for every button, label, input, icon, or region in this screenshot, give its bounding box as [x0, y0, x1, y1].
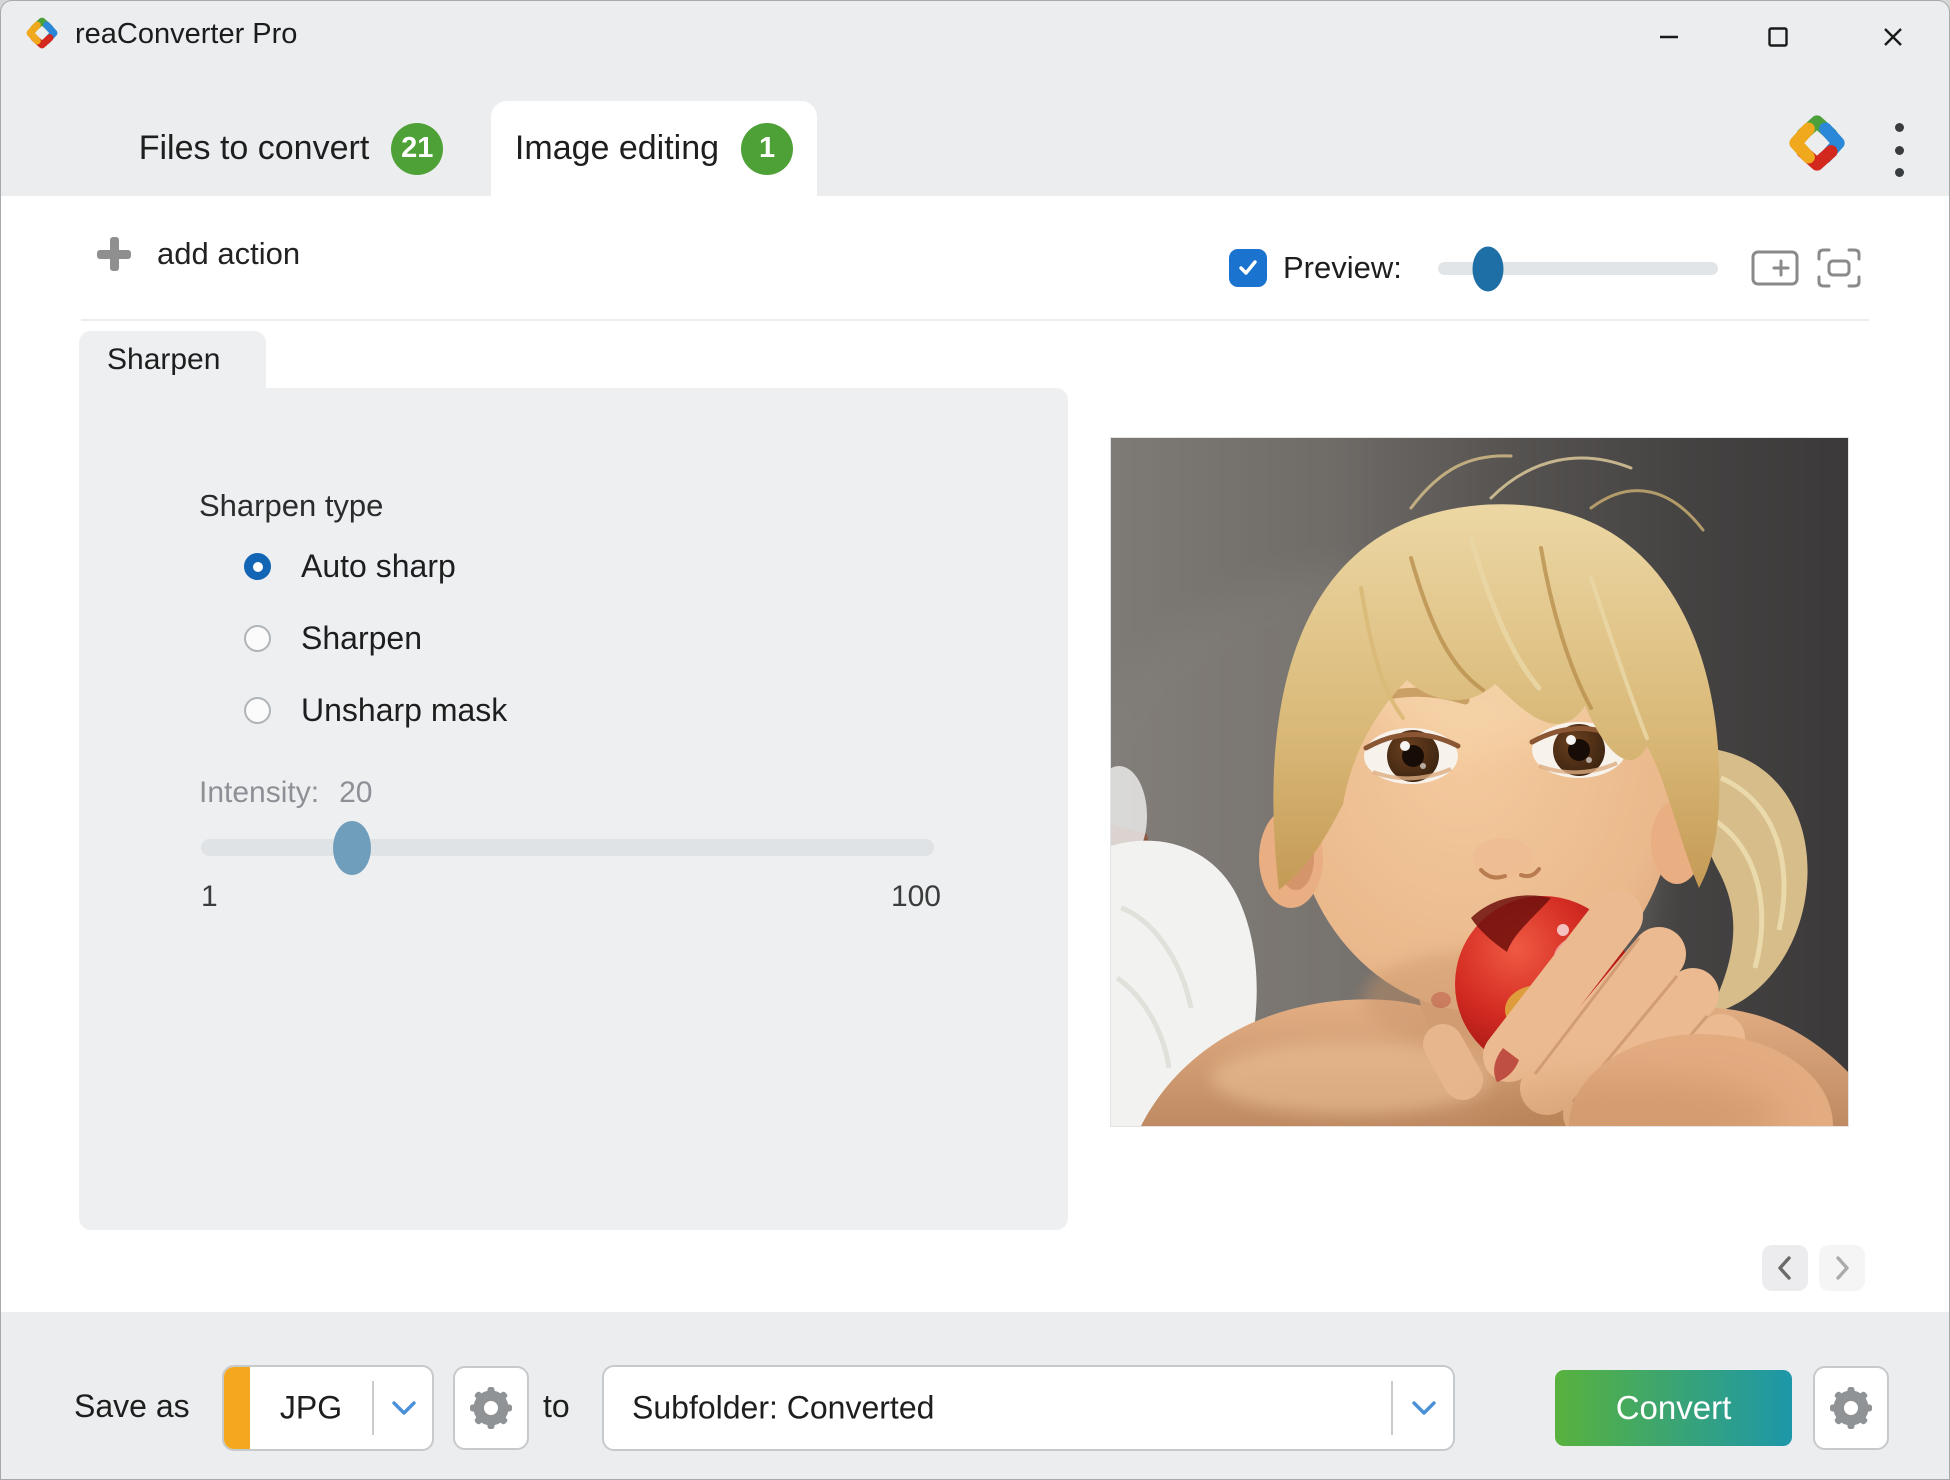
radio-sharpen[interactable]: Sharpen [244, 620, 422, 657]
close-button[interactable] [1869, 15, 1917, 59]
chevron-left-icon [1775, 1255, 1795, 1281]
chevron-down-icon [390, 1399, 418, 1417]
title-bar: reaConverter Pro [1, 1, 1949, 65]
radio-auto-sharp[interactable]: Auto sharp [244, 548, 456, 585]
preview-label: Preview: [1283, 250, 1402, 286]
sharpen-type-label: Sharpen type [199, 488, 383, 524]
intensity-slider[interactable] [201, 839, 934, 856]
fullscreen-icon [1816, 247, 1862, 289]
convert-settings-button[interactable] [1813, 1366, 1889, 1450]
maximize-button[interactable] [1754, 15, 1802, 59]
next-image-button[interactable] [1819, 1245, 1865, 1291]
radio-icon [244, 625, 271, 652]
prev-image-button[interactable] [1762, 1245, 1808, 1291]
zoom-in-icon [1751, 248, 1799, 288]
gear-icon [470, 1387, 512, 1429]
format-settings-button[interactable] [453, 1366, 529, 1450]
combo-divider [372, 1381, 374, 1435]
to-label: to [543, 1388, 570, 1425]
intensity-label: Intensity: [199, 776, 319, 810]
radio-unsharp-mask[interactable]: Unsharp mask [244, 692, 507, 729]
main-content: add action Preview: [1, 196, 1949, 1314]
preview-image [1111, 438, 1848, 1126]
sharpen-panel: Sharpen type Auto sharp Sharpen Unsharp … [79, 388, 1068, 1230]
slider-thumb[interactable] [333, 821, 371, 875]
intensity-row: Intensity: 20 [199, 776, 372, 810]
chevron-right-icon [1832, 1255, 1852, 1281]
radio-icon [244, 697, 271, 724]
tab-files-to-convert[interactable]: Files to convert 21 [111, 101, 471, 196]
app-logo-icon [23, 14, 61, 52]
action-tab-label: Sharpen [107, 343, 220, 377]
gear-icon [1830, 1387, 1872, 1429]
toolbar-divider [81, 319, 1869, 321]
slider-thumb[interactable] [1473, 246, 1504, 291]
tab-image-editing[interactable]: Image editing 1 [491, 101, 817, 196]
format-color-strip [224, 1367, 250, 1449]
fullscreen-button[interactable] [1815, 244, 1863, 292]
tab-bar: Files to convert 21 Image editing 1 [1, 65, 1949, 196]
plus-icon [97, 237, 131, 271]
radio-icon [244, 553, 271, 580]
preview-checkbox[interactable] [1229, 249, 1267, 287]
files-count-badge: 21 [391, 123, 443, 175]
zoom-in-button[interactable] [1751, 244, 1799, 292]
convert-button[interactable]: Convert [1555, 1370, 1792, 1446]
format-select[interactable]: JPG [222, 1365, 434, 1451]
overflow-menu-button[interactable] [1879, 117, 1919, 183]
add-action-button[interactable]: add action [97, 236, 300, 272]
slider-min-label: 1 [201, 880, 218, 914]
window-title: reaConverter Pro [75, 18, 297, 51]
format-value: JPG [250, 1390, 372, 1427]
chevron-down-icon [1410, 1399, 1438, 1417]
checkmark-icon [1236, 256, 1260, 280]
radio-label: Auto sharp [301, 548, 456, 585]
minimize-button[interactable] [1645, 15, 1693, 59]
destination-value: Subfolder: Converted [632, 1390, 934, 1427]
radio-label: Unsharp mask [301, 692, 507, 729]
brand-logo-icon [1783, 109, 1851, 177]
slider-max-label: 100 [849, 880, 941, 914]
actions-count-badge: 1 [741, 123, 793, 175]
preview-zoom-slider[interactable] [1438, 262, 1718, 275]
footer-bar: Save as JPG [1, 1312, 1949, 1479]
app-window: reaConverter Pro Files to convert 21 Ima… [0, 0, 1950, 1480]
intensity-value: 20 [339, 776, 372, 810]
combo-divider [1391, 1381, 1393, 1435]
action-tab-sharpen[interactable]: Sharpen [79, 331, 266, 388]
add-action-label: add action [157, 236, 300, 272]
save-as-label: Save as [74, 1388, 190, 1425]
destination-select[interactable]: Subfolder: Converted [602, 1365, 1455, 1451]
tab-label: Image editing [515, 129, 719, 168]
tab-label: Files to convert [139, 129, 370, 168]
radio-label: Sharpen [301, 620, 422, 657]
